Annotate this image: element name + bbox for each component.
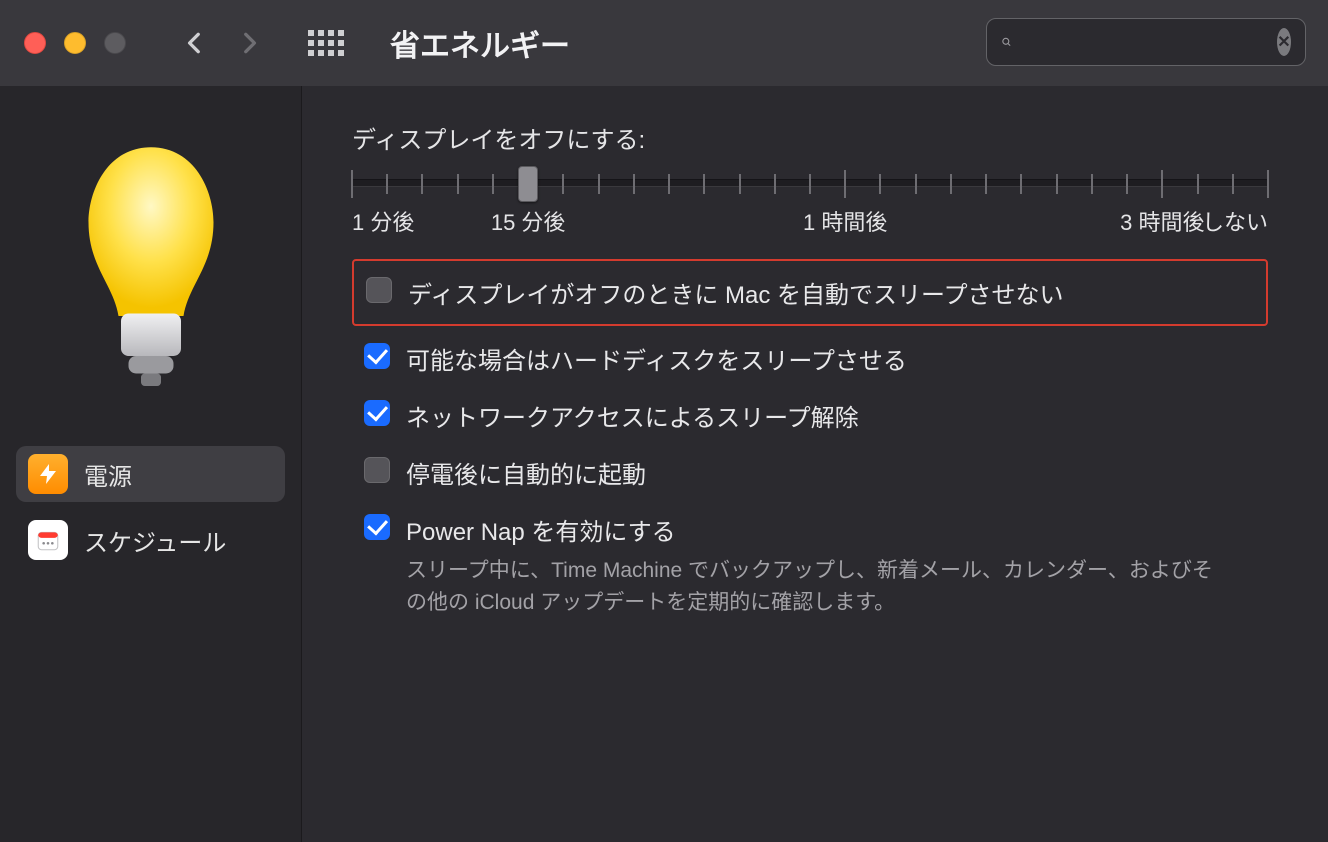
main-panel: ディスプレイをオフにする: 1 分後15 分後1 時間後3 時間後しない ディス…	[302, 86, 1328, 842]
option-wake-network[interactable]: ネットワークアクセスによるスリープ解除	[352, 387, 1268, 444]
checkbox[interactable]	[364, 457, 390, 483]
toolbar: 省エネルギー	[0, 0, 1328, 86]
minimize-button[interactable]	[64, 32, 86, 54]
checkbox[interactable]	[364, 400, 390, 426]
slider-thumb[interactable]	[518, 166, 538, 202]
search-icon	[1001, 31, 1012, 53]
option-label: 停電後に自動的に起動	[406, 455, 646, 490]
back-button[interactable]	[182, 30, 208, 56]
checkbox[interactable]	[364, 343, 390, 369]
calendar-icon	[28, 520, 68, 560]
slider-tick-label: 1 分後	[352, 205, 414, 237]
window-controls	[24, 32, 126, 54]
sidebar-item-label: 電源	[84, 457, 132, 492]
slider-tick-label: 1 時間後	[803, 205, 887, 237]
option-hd-sleep[interactable]: 可能な場合はハードディスクをスリープさせる	[352, 330, 1268, 387]
chevron-right-icon	[236, 30, 262, 56]
sidebar-list: 電源 スケジュール	[0, 446, 301, 568]
clear-search-button[interactable]	[1277, 28, 1291, 56]
body: 電源 スケジュール ディスプレイをオフにする: 1 分後15 分後1 時間後3 …	[0, 86, 1328, 842]
energy-saver-icon	[61, 126, 241, 406]
option-label: ディスプレイがオフのときに Mac を自動でスリープさせない	[408, 275, 1064, 310]
maximize-button[interactable]	[104, 32, 126, 54]
slider-track[interactable]	[352, 179, 1268, 187]
sidebar-item-power[interactable]: 電源	[16, 446, 285, 502]
sidebar-item-schedule[interactable]: スケジュール	[16, 512, 285, 568]
close-button[interactable]	[24, 32, 46, 54]
checkbox[interactable]	[364, 514, 390, 540]
option-label: 可能な場合はハードディスクをスリープさせる	[406, 341, 907, 376]
nav-buttons	[182, 30, 262, 56]
chevron-left-icon	[182, 30, 208, 56]
prefs-window: 省エネルギー	[0, 0, 1328, 842]
options-list: ディスプレイがオフのときに Mac を自動でスリープさせない可能な場合はハードデ…	[352, 259, 1268, 629]
option-prevent-sleep[interactable]: ディスプレイがオフのときに Mac を自動でスリープさせない	[352, 259, 1268, 326]
option-power-nap[interactable]: Power Nap を有効にするスリープ中に、Time Machine でバック…	[352, 501, 1268, 629]
search-input[interactable]	[1012, 31, 1277, 54]
sidebar: 電源 スケジュール	[0, 86, 302, 842]
slider-tick-label: 3 時間後	[1120, 205, 1204, 237]
checkbox[interactable]	[366, 277, 392, 303]
option-label: Power Nap を有効にする	[406, 512, 1226, 547]
display-off-slider[interactable]: 1 分後15 分後1 時間後3 時間後しない	[352, 179, 1268, 231]
show-all-button[interactable]	[308, 30, 344, 56]
slider-tick-label: 15 分後	[491, 205, 566, 237]
slider-tick-label: しない	[1202, 205, 1268, 237]
option-restart-power[interactable]: 停電後に自動的に起動	[352, 444, 1268, 501]
forward-button[interactable]	[236, 30, 262, 56]
option-label: ネットワークアクセスによるスリープ解除	[406, 398, 859, 433]
bolt-icon	[28, 454, 68, 494]
page-title: 省エネルギー	[390, 21, 570, 65]
slider-labels: 1 分後15 分後1 時間後3 時間後しない	[352, 205, 1268, 231]
sidebar-item-label: スケジュール	[84, 523, 226, 558]
option-description: スリープ中に、Time Machine でバックアップし、新着メール、カレンダー…	[406, 555, 1226, 618]
slider-title: ディスプレイをオフにする:	[352, 120, 1268, 155]
lightbulb-icon	[76, 141, 226, 391]
search-field[interactable]	[986, 18, 1306, 66]
